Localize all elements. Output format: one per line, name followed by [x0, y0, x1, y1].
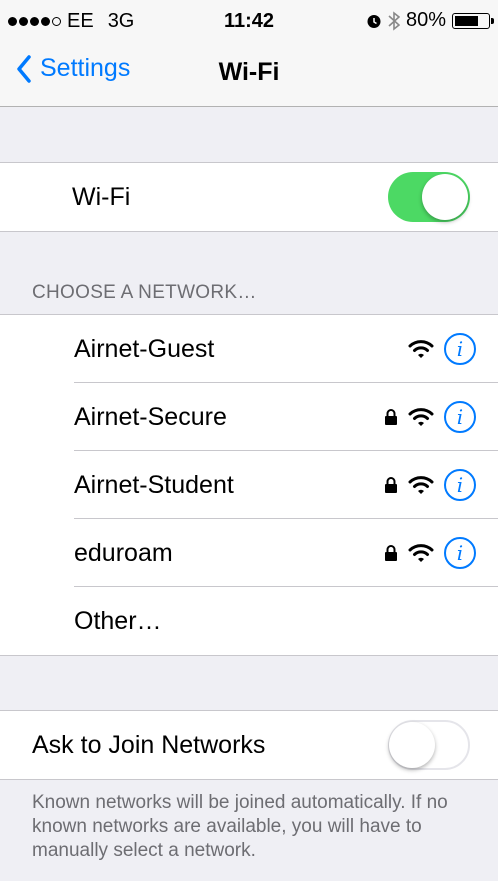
wifi-toggle-row: Wi-Fi: [0, 163, 498, 231]
info-icon[interactable]: i: [444, 537, 476, 569]
section-header: CHOOSE A NETWORK…: [32, 282, 257, 303]
lock-icon: [385, 545, 397, 561]
network-name: eduroam: [74, 538, 173, 567]
wifi-label: Wi-Fi: [72, 182, 131, 211]
other-network-row[interactable]: Other…: [0, 587, 498, 655]
wifi-switch[interactable]: [388, 172, 470, 222]
network-row[interactable]: Airnet-Student i: [0, 451, 498, 519]
wifi-toggle-group: Wi-Fi: [0, 162, 498, 232]
info-icon[interactable]: i: [444, 333, 476, 365]
wifi-signal-icon: [408, 340, 434, 358]
navigation-bar: Settings Wi-Fi: [0, 40, 498, 107]
battery-icon: [452, 12, 494, 29]
wifi-signal-icon: [408, 476, 434, 494]
network-row[interactable]: Airnet-Secure i: [0, 383, 498, 451]
ask-join-row: Ask to Join Networks: [0, 711, 498, 779]
network-name: Airnet-Secure: [74, 402, 227, 431]
info-icon[interactable]: i: [444, 469, 476, 501]
network-row[interactable]: Airnet-Guest i: [0, 315, 498, 383]
ask-join-switch[interactable]: [388, 720, 470, 770]
status-right: 80%: [366, 9, 494, 32]
battery-percent: 80%: [405, 9, 446, 31]
other-network-label: Other…: [74, 606, 162, 635]
info-icon[interactable]: i: [444, 401, 476, 433]
lock-icon: [385, 477, 397, 493]
status-bar: EE 3G 11:42 80%: [0, 0, 498, 40]
network-name: Airnet-Student: [74, 470, 234, 499]
wifi-signal-icon: [408, 408, 434, 426]
network-row[interactable]: eduroam i: [0, 519, 498, 587]
page-title: Wi-Fi: [218, 58, 280, 86]
bluetooth-icon: [388, 10, 400, 31]
wifi-signal-icon: [408, 544, 434, 562]
lock-icon: [385, 409, 397, 425]
network-name: Airnet-Guest: [74, 334, 215, 363]
ask-join-group: Ask to Join Networks: [0, 710, 498, 780]
network-list: Airnet-Guest i Airnet-Secure i Airnet-St…: [0, 314, 498, 656]
footer-text: Known networks will be joined automatica…: [32, 792, 448, 861]
ask-join-label: Ask to Join Networks: [32, 730, 266, 759]
alarm-icon: [367, 14, 381, 28]
